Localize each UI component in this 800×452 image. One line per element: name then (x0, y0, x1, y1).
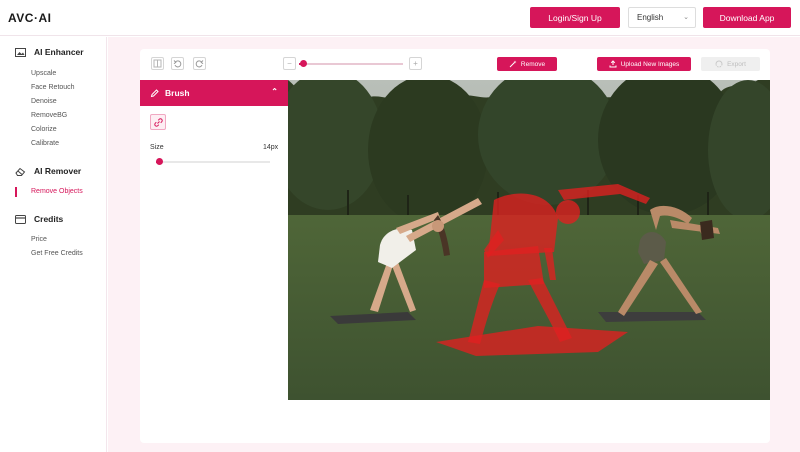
chevron-up-icon: ⌃ (271, 87, 278, 96)
zoom-slider-handle[interactable] (299, 60, 307, 67)
compare-icon[interactable] (151, 57, 164, 70)
size-label: Size (150, 144, 164, 151)
brush-tool-button[interactable] (150, 114, 166, 130)
remove-label: Remove (520, 60, 546, 68)
section-title: Credits (34, 214, 64, 224)
yoga-photo (288, 80, 770, 400)
sidebar-item-remove-objects[interactable]: Remove Objects (31, 188, 83, 195)
sidebar-section-ai-enhancer[interactable]: AI Enhancer (15, 47, 84, 57)
upload-icon (609, 60, 617, 68)
sidebar-item-upscale[interactable]: Upscale (31, 70, 56, 77)
export-button[interactable]: Export (701, 57, 760, 71)
sidebar-item-price[interactable]: Price (31, 236, 47, 243)
magic-wand-icon (509, 60, 517, 68)
upload-label: Upload New Images (620, 60, 680, 68)
brush-title: Brush (165, 88, 190, 98)
image-icon (15, 47, 26, 57)
image-canvas[interactable] (288, 80, 770, 400)
upload-new-images-button[interactable]: Upload New Images (597, 57, 691, 71)
language-select[interactable]: English ⌄ (628, 7, 696, 28)
language-value: English (637, 13, 664, 22)
sidebar-section-credits[interactable]: Credits (15, 214, 63, 224)
sidebar-item-calibrate[interactable]: Calibrate (31, 140, 59, 147)
sidebar-item-get-free-credits[interactable]: Get Free Credits (31, 250, 83, 257)
download-app-button[interactable]: Download App (703, 7, 791, 28)
link-icon (153, 117, 163, 127)
size-value: 14px (263, 144, 279, 151)
zoom-out-button[interactable]: − (283, 57, 296, 70)
remove-button[interactable]: Remove (497, 57, 557, 71)
brush-size-slider-handle[interactable] (155, 158, 163, 165)
zoom-slider-track[interactable] (299, 63, 403, 65)
sidebar-section-ai-remover[interactable]: AI Remover (15, 166, 81, 176)
export-icon (715, 60, 723, 68)
credit-card-icon (15, 214, 26, 224)
section-title: AI Enhancer (34, 47, 84, 57)
eraser-icon (15, 167, 26, 176)
active-indicator (15, 187, 17, 197)
undo-icon[interactable] (171, 57, 184, 70)
sidebar-item-denoise[interactable]: Denoise (31, 98, 57, 105)
section-title: AI Remover (34, 166, 82, 176)
sidebar-item-colorize[interactable]: Colorize (31, 126, 57, 133)
brush-size-slider-track[interactable] (156, 161, 270, 163)
top-header: AVC·AI Login/Sign Up English ⌄ Download … (0, 0, 800, 36)
sidebar-item-face-retouch[interactable]: Face Retouch (31, 84, 75, 91)
logo[interactable]: AVC·AI (8, 11, 51, 25)
sidebar-item-removebg[interactable]: RemoveBG (31, 112, 67, 119)
brush-icon (150, 88, 159, 97)
chevron-down-icon: ⌄ (683, 14, 689, 21)
zoom-in-button[interactable]: + (409, 57, 422, 70)
redo-icon[interactable] (193, 57, 206, 70)
login-signup-button[interactable]: Login/Sign Up (530, 7, 620, 28)
brush-panel-header[interactable]: Brush ⌃ (140, 80, 288, 106)
export-label: Export (727, 60, 746, 68)
